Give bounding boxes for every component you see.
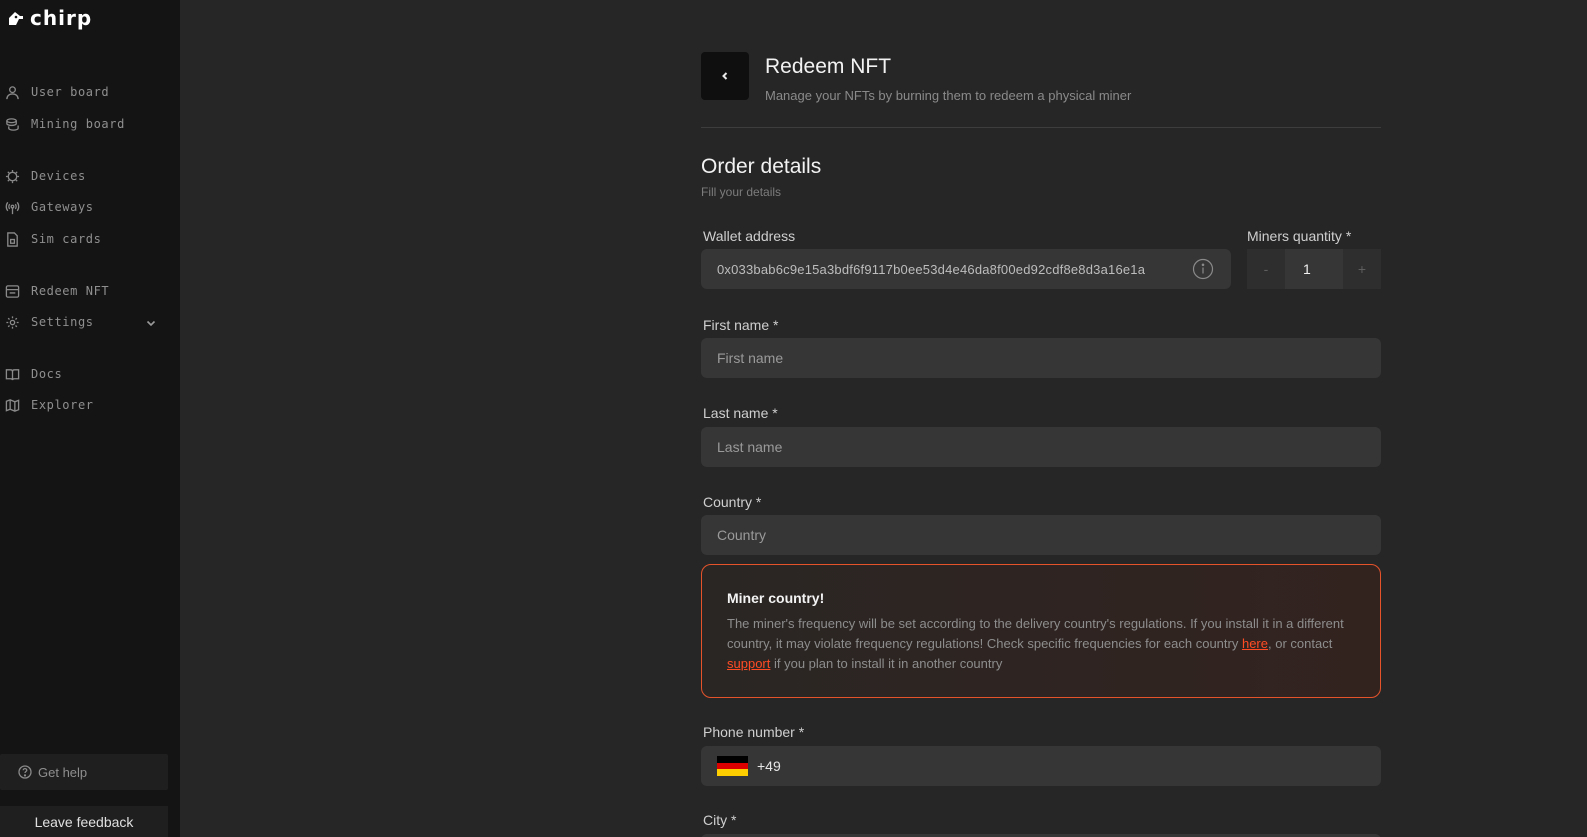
first-name-label: First name * bbox=[703, 317, 779, 333]
support-link[interactable]: support bbox=[727, 656, 770, 671]
main-content bbox=[180, 0, 1587, 837]
gear-icon bbox=[6, 315, 19, 329]
sidebar-item-user-board[interactable]: User board bbox=[5, 82, 109, 102]
miners-quantity-label: Miners quantity * bbox=[1247, 228, 1352, 244]
antenna-icon bbox=[5, 201, 20, 214]
sidebar-item-explorer[interactable]: Explorer bbox=[5, 395, 94, 415]
sidebar: chirp User board Mining board Devices Ga… bbox=[0, 0, 180, 837]
back-button[interactable] bbox=[701, 52, 749, 100]
phone-country-code: +49 bbox=[757, 758, 781, 774]
chip-icon bbox=[5, 169, 20, 183]
here-link[interactable]: here bbox=[1242, 636, 1268, 651]
sidebar-item-label: Docs bbox=[31, 367, 63, 381]
chirp-logo[interactable]: chirp bbox=[8, 6, 93, 30]
section-subtitle: Fill your details bbox=[701, 185, 782, 199]
map-icon bbox=[5, 398, 20, 412]
book-icon bbox=[5, 368, 20, 380]
first-name-field[interactable]: First name bbox=[701, 338, 1381, 378]
germany-flag-icon[interactable] bbox=[717, 756, 748, 777]
sidebar-item-devices[interactable]: Devices bbox=[5, 166, 86, 186]
sidebar-item-label: Gateways bbox=[31, 200, 94, 214]
phone-number-label: Phone number * bbox=[703, 724, 805, 740]
wallet-address-value: 0x033bab6c9e15a3bdf6f9117b0ee53d4e46da8f… bbox=[717, 261, 1146, 277]
phone-number-field[interactable]: +49 bbox=[701, 746, 1381, 786]
sidebar-item-docs[interactable]: Docs bbox=[5, 364, 62, 384]
sidebar-item-label: Sim cards bbox=[31, 232, 102, 246]
country-label: Country * bbox=[703, 494, 762, 510]
wallet-address-field[interactable]: 0x033bab6c9e15a3bdf6f9117b0ee53d4e46da8f… bbox=[701, 249, 1231, 289]
ticket-icon bbox=[5, 284, 20, 298]
miner-country-alert: Miner country! The miner's frequency wil… bbox=[701, 564, 1381, 698]
sidebar-item-label: Settings bbox=[31, 315, 94, 329]
quantity-value[interactable]: 1 bbox=[1285, 249, 1343, 289]
divider bbox=[701, 127, 1381, 128]
wallet-address-label: Wallet address bbox=[703, 228, 796, 244]
alert-title: Miner country! bbox=[727, 590, 825, 606]
sidebar-item-label: Redeem NFT bbox=[31, 284, 110, 298]
alert-body: The miner's frequency will be set accord… bbox=[727, 614, 1356, 674]
quantity-stepper: - 1 + bbox=[1247, 249, 1381, 289]
page-title: Redeem NFT bbox=[765, 55, 892, 78]
sidebar-item-settings[interactable]: Settings bbox=[5, 312, 94, 332]
sidebar-item-mining-board[interactable]: Mining board bbox=[5, 114, 125, 134]
sidebar-item-label: User board bbox=[31, 85, 110, 99]
sidebar-item-sim-cards[interactable]: Sim cards bbox=[5, 229, 101, 249]
app-name: chirp bbox=[30, 6, 93, 30]
leave-feedback-button[interactable]: Leave feedback bbox=[0, 806, 168, 837]
sidebar-item-label: Mining board bbox=[31, 117, 125, 131]
last-name-label: Last name * bbox=[703, 405, 778, 421]
sidebar-item-redeem-nft[interactable]: Redeem NFT bbox=[5, 281, 109, 301]
chevron-left-icon bbox=[722, 72, 728, 80]
alert-text-contact: , or contact bbox=[1268, 636, 1333, 651]
sidebar-item-gateways[interactable]: Gateways bbox=[5, 197, 94, 217]
sim-card-icon bbox=[7, 231, 18, 247]
chevron-down-icon[interactable] bbox=[145, 317, 157, 329]
quantity-increment-button[interactable]: + bbox=[1343, 249, 1381, 289]
alert-text-tail: if you plan to install it in another cou… bbox=[770, 656, 1003, 671]
chirp-logo-icon bbox=[9, 12, 23, 25]
coins-icon bbox=[6, 117, 19, 131]
country-field[interactable]: Country bbox=[701, 515, 1381, 555]
last-name-field[interactable]: Last name bbox=[701, 427, 1381, 467]
section-title: Order details bbox=[701, 155, 822, 178]
help-icon bbox=[18, 765, 32, 779]
get-help-label: Get help bbox=[38, 764, 88, 780]
sidebar-item-label: Devices bbox=[31, 169, 86, 183]
info-icon[interactable] bbox=[1192, 258, 1214, 280]
get-help-button[interactable]: Get help bbox=[0, 754, 168, 790]
sidebar-item-label: Explorer bbox=[31, 398, 94, 412]
city-label: City * bbox=[703, 812, 737, 828]
page-subtitle: Manage your NFTs by burning them to rede… bbox=[765, 88, 1132, 103]
quantity-decrement-button[interactable]: - bbox=[1247, 249, 1285, 289]
user-icon bbox=[6, 85, 19, 99]
